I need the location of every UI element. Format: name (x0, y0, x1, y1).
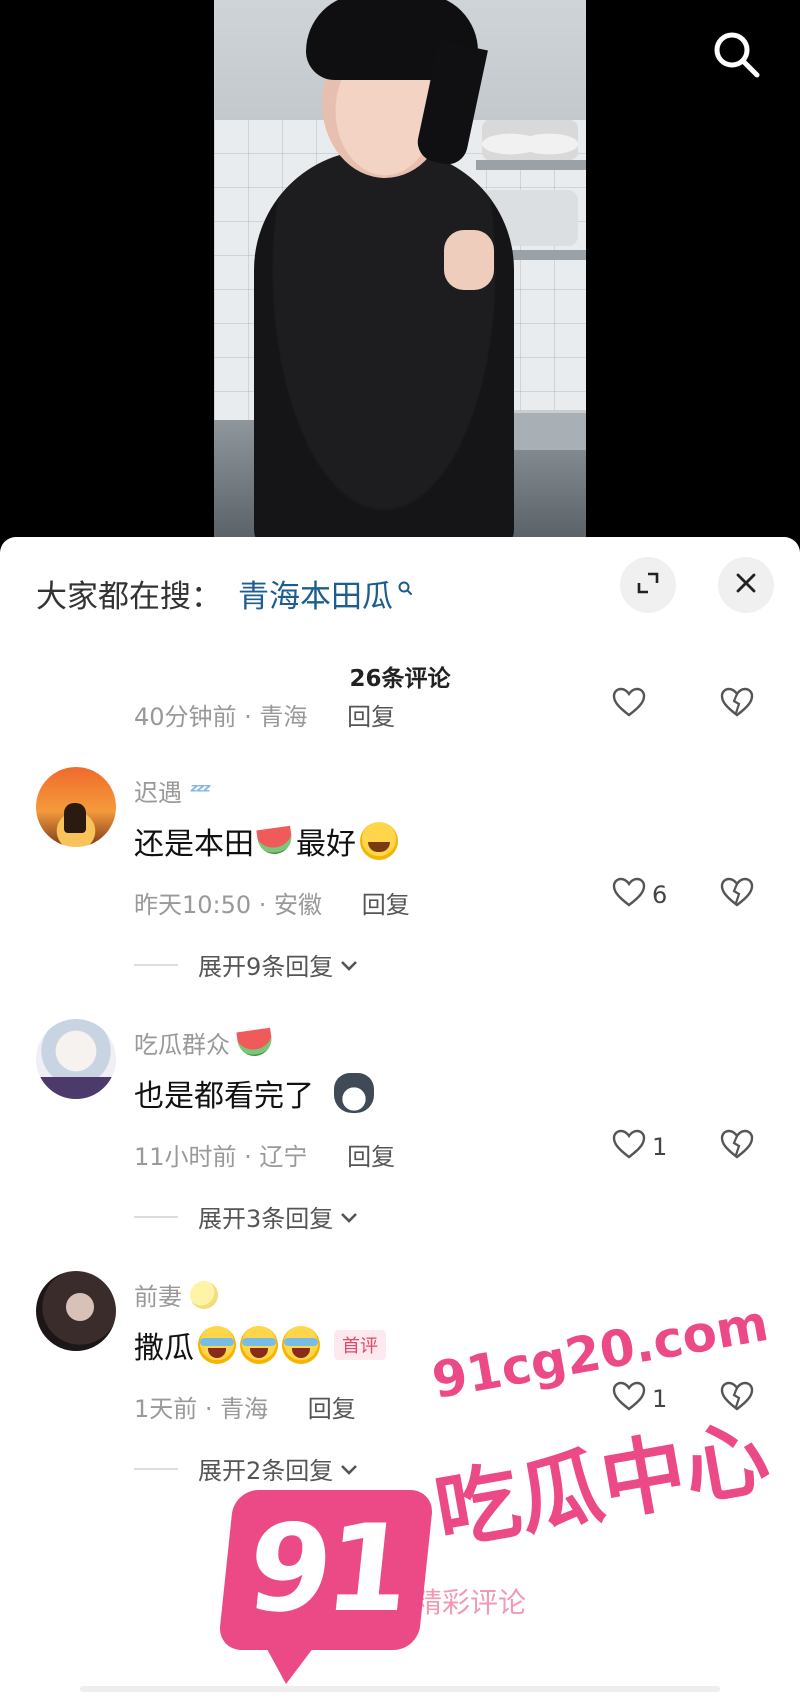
chevron-down-icon (339, 1203, 359, 1231)
video-player[interactable] (0, 0, 800, 540)
comment-text: 撒瓜 首评 (134, 1323, 386, 1367)
broken-heart-icon (720, 877, 754, 911)
expand-replies-button[interactable]: 展开3条回复 (134, 1199, 359, 1234)
broken-heart-icon (720, 1129, 754, 1163)
comment-text: 还是本田 最好 (134, 819, 398, 863)
close-icon (735, 572, 757, 598)
comment-meta: 11小时前 · 辽宁 回复 (134, 1137, 395, 1172)
reply-button[interactable]: 回复 (362, 891, 410, 919)
heart-icon (612, 1129, 646, 1165)
like-count: 6 (652, 881, 668, 909)
reply-button[interactable]: 回复 (347, 1143, 395, 1171)
video-frame (214, 0, 586, 540)
close-button[interactable] (718, 557, 774, 613)
reply-button[interactable]: 回复 (308, 1395, 356, 1423)
comment-text: 也是都看完了 (134, 1071, 374, 1115)
crying-laughing-icon (198, 1326, 236, 1364)
crying-laughing-icon (240, 1326, 278, 1364)
previous-comment-meta: 40分钟前 · 青海 回复 (134, 697, 395, 732)
comment-username[interactable]: 迟遇 ᶻᶻᶻ (134, 773, 211, 808)
like-button[interactable] (612, 687, 646, 723)
like-count: 1 (652, 1133, 668, 1161)
avatar[interactable] (36, 1271, 116, 1351)
person-hat (306, 0, 478, 80)
expand-button[interactable] (620, 557, 676, 613)
chevron-down-icon (339, 1455, 359, 1483)
heart-icon (612, 877, 646, 913)
dislike-button[interactable] (720, 1129, 754, 1163)
shelf (476, 160, 586, 170)
crying-laughing-icon (282, 1326, 320, 1364)
sleep-zzz-icon: ᶻᶻᶻ (190, 778, 211, 803)
trending-search-term[interactable]: 青海本田瓜 (238, 571, 393, 616)
bowls-shelf (482, 120, 578, 160)
comment-time-location: 1天前 · 青海 (134, 1395, 269, 1423)
comment-sheet: 大家都在搜： 青海本田瓜 26条评论 40分钟前 · 青海 回复 迟遇 ᶻᶻᶻ … (0, 537, 800, 1698)
reply-button[interactable]: 回复 (347, 703, 395, 731)
husky-emoji-icon (334, 1073, 374, 1113)
dislike-button[interactable] (720, 687, 754, 721)
person-body (254, 150, 514, 540)
chevron-down-icon (339, 951, 359, 979)
comment-username[interactable]: 前妻 (134, 1277, 218, 1312)
comment-count: 26条评论 (349, 666, 451, 692)
heart-icon (612, 687, 646, 723)
login-prompt[interactable]: 登录看更多精彩评论 (0, 1581, 800, 1621)
search-icon (397, 568, 413, 604)
heart-icon (612, 1381, 646, 1417)
moon-face-icon (190, 1280, 218, 1309)
comment-time-location: 40分钟前 · 青海 (134, 703, 308, 731)
divider-line (134, 1215, 178, 1218)
like-button[interactable]: 1 (612, 1129, 667, 1165)
home-indicator (80, 1686, 720, 1692)
laughing-emoji-icon (360, 822, 398, 860)
avatar[interactable] (36, 767, 116, 847)
comment-time-location: 昨天10:50 · 安徽 (134, 891, 323, 919)
first-comment-badge: 首评 (334, 1330, 386, 1360)
watermelon-icon (236, 1027, 274, 1058)
search-icon[interactable] (710, 28, 762, 80)
comment-meta: 1天前 · 青海 回复 (134, 1389, 356, 1424)
peace-sign-hand (444, 230, 494, 290)
like-count: 1 (652, 1385, 668, 1413)
comment-username[interactable]: 吃瓜群众 (134, 1025, 274, 1060)
expand-replies-button[interactable]: 展开9条回复 (134, 947, 359, 982)
divider-line (134, 963, 178, 966)
divider-line (134, 1467, 178, 1470)
dislike-button[interactable] (720, 877, 754, 911)
dislike-button[interactable] (720, 1381, 754, 1415)
like-button[interactable]: 1 (612, 1381, 667, 1417)
comment-time-location: 11小时前 · 辽宁 (134, 1143, 308, 1171)
expand-icon (636, 571, 660, 599)
broken-heart-icon (720, 687, 754, 721)
broken-heart-icon (720, 1381, 754, 1415)
comment-meta: 昨天10:50 · 安徽 回复 (134, 885, 410, 920)
trending-search-prefix: 大家都在搜： (36, 578, 222, 615)
avatar[interactable] (36, 1019, 116, 1099)
trending-search-bar[interactable]: 大家都在搜： 青海本田瓜 (36, 563, 413, 623)
expand-replies-button[interactable]: 展开2条回复 (134, 1451, 359, 1486)
watermelon-icon (256, 825, 294, 857)
like-button[interactable]: 6 (612, 877, 667, 913)
